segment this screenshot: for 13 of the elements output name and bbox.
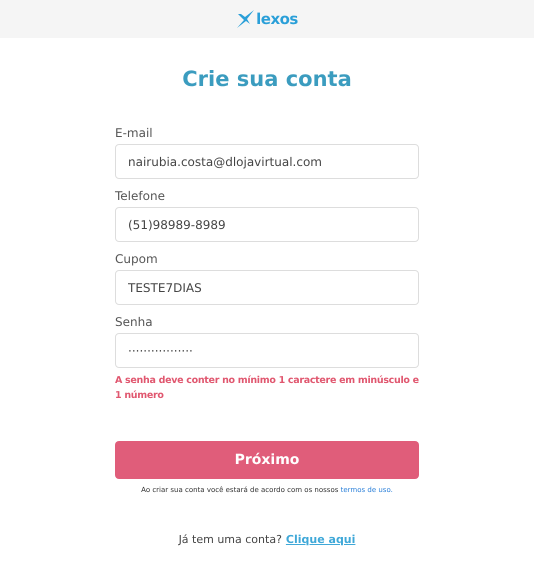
input-field[interactable]: TESTE7DIAS: [115, 270, 419, 305]
input-field[interactable]: nairubia.costa@dlojavirtual.com: [115, 144, 419, 179]
logo-icon: [236, 9, 254, 29]
field-label: Cupom: [115, 252, 159, 266]
input-field[interactable]: (51)98989-8989: [115, 207, 419, 242]
field-label: E-mail: [115, 126, 154, 140]
login-prompt: Já tem uma conta?: [178, 532, 282, 548]
page-title: Crie sua conta: [181, 66, 353, 93]
field-label: Senha: [115, 315, 154, 329]
field-label: Telefone: [115, 189, 166, 203]
input-field[interactable]: ·················: [115, 333, 419, 368]
error-message: A senha deve conter no mínimo 1 caractere em minúsculo e 1 número: [115, 374, 419, 403]
logo-text: lexos: [256, 8, 298, 30]
